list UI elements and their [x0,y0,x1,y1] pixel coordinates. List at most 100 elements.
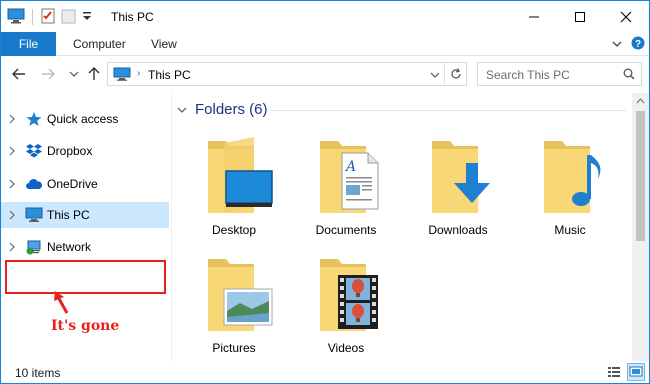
network-icon [26,240,41,255]
minimize-icon [529,16,539,17]
title-bar: This PC [1,1,649,32]
monitor-icon [113,67,131,84]
folder-label: Documents [315,223,377,237]
toolbar-divider [32,9,33,25]
close-icon [620,11,632,22]
cloud-icon [26,179,43,189]
quick-access-toolbar [7,8,92,26]
help-icon[interactable]: ? [631,36,645,53]
picture-overlay-icon [223,288,273,326]
group-title: Folders (6) [195,101,268,118]
sidebar-item-label: Quick access [47,112,119,126]
chevron-down-icon [69,71,79,77]
folder-tile[interactable]: A Documents [298,133,394,243]
refresh-button[interactable] [444,63,466,85]
ribbon-right-controls: ? [611,36,645,53]
sidebar-item-label: OneDrive [47,177,98,191]
sidebar-item-label: Dropbox [47,144,93,158]
chevron-right-icon[interactable] [8,210,16,220]
annotation-label: It's gone [51,318,120,334]
scroll-up-icon[interactable] [636,97,645,105]
maximize-icon [575,11,585,22]
status-bar: 10 items [1,361,649,383]
address-bar[interactable]: › This PC [107,62,467,86]
sidebar-item-label: Network [47,240,92,254]
large-icons-view-icon [629,366,643,377]
breadcrumb[interactable]: This PC [148,68,191,82]
expand-ribbon-chevron-icon[interactable] [611,38,623,52]
sidebar-item-quick-access[interactable]: Quick access [1,106,169,132]
document-overlay-icon: A [341,152,379,210]
folder-icon: A [320,141,379,213]
chevron-right-icon[interactable] [8,179,16,189]
folder-tile[interactable]: Videos [298,251,394,361]
folder-tile[interactable]: Pictures [186,251,282,361]
sidebar-item-label: This PC [47,208,90,222]
content-area: Folders (6) Desktop A Documents Download… [172,93,632,361]
annotation-highlight-box [5,260,166,294]
search-icon [623,68,635,83]
folder-icon [208,259,273,331]
folder-icon [320,259,378,331]
properties-icon[interactable] [40,8,56,27]
folder-label: Downloads [428,223,488,237]
chevron-right-icon[interactable] [8,114,16,124]
svg-text:A: A [344,159,356,175]
new-folder-icon[interactable] [60,8,78,27]
large-icons-view-button[interactable] [627,363,645,381]
folder-icon [544,141,601,213]
tab-computer[interactable]: Computer [73,32,126,56]
folder-icon [208,137,273,213]
sidebar-item-network[interactable]: Network [1,234,169,260]
sidebar-item-this-pc[interactable]: This PC [1,202,169,228]
folder-icon [432,141,490,213]
folder-tile[interactable]: Music [522,133,618,243]
scrollbar-thumb[interactable] [636,111,645,241]
breadcrumb-separator-icon[interactable]: › [137,68,140,79]
chevron-down-icon [177,107,187,113]
folder-label: Music [554,223,586,237]
group-divider [270,110,626,111]
sidebar-item-dropbox[interactable]: Dropbox [1,138,169,164]
vertical-scrollbar[interactable] [632,93,649,361]
address-history-dropdown[interactable] [430,68,440,82]
forward-button[interactable] [39,65,57,83]
computer-icon[interactable] [7,8,25,27]
view-switcher [605,363,645,381]
back-button[interactable] [10,65,28,83]
folder-label: Desktop [211,223,257,237]
details-view-icon [608,367,620,377]
customize-dropdown-icon[interactable] [82,10,92,25]
film-strip-icon [338,275,378,329]
folder-label: Pictures [212,341,256,355]
svg-text:?: ? [635,39,641,50]
folder-label: Videos [327,341,365,355]
chevron-right-icon[interactable] [8,242,16,252]
item-count: 10 items [15,366,61,380]
details-view-button[interactable] [605,363,623,381]
annotation-arrow-icon [54,291,69,314]
recent-locations-button[interactable] [65,65,83,83]
forward-arrow-icon [42,68,55,80]
chevron-down-icon [430,72,440,78]
tab-file[interactable]: File [1,32,56,56]
refresh-icon [450,68,461,79]
up-button[interactable] [85,65,103,83]
folders-group-header[interactable]: Folders (6) [177,101,268,118]
search-input[interactable]: Search This PC [477,62,642,86]
sidebar-item-onedrive[interactable]: OneDrive [1,171,169,197]
folder-tile[interactable]: Downloads [410,133,506,243]
address-row: › This PC Search This PC [1,57,649,91]
search-placeholder: Search This PC [486,68,570,82]
minimize-button[interactable] [511,1,557,32]
tab-view[interactable]: View [151,32,177,56]
window-controls [511,1,649,32]
window-title: This PC [111,10,154,24]
ribbon-tabs: File Computer View ? [1,32,649,56]
dropbox-icon [26,144,42,158]
chevron-right-icon[interactable] [8,146,16,156]
up-arrow-icon [88,67,100,80]
close-button[interactable] [603,1,649,32]
maximize-button[interactable] [557,1,603,32]
folder-tile[interactable]: Desktop [186,133,282,243]
